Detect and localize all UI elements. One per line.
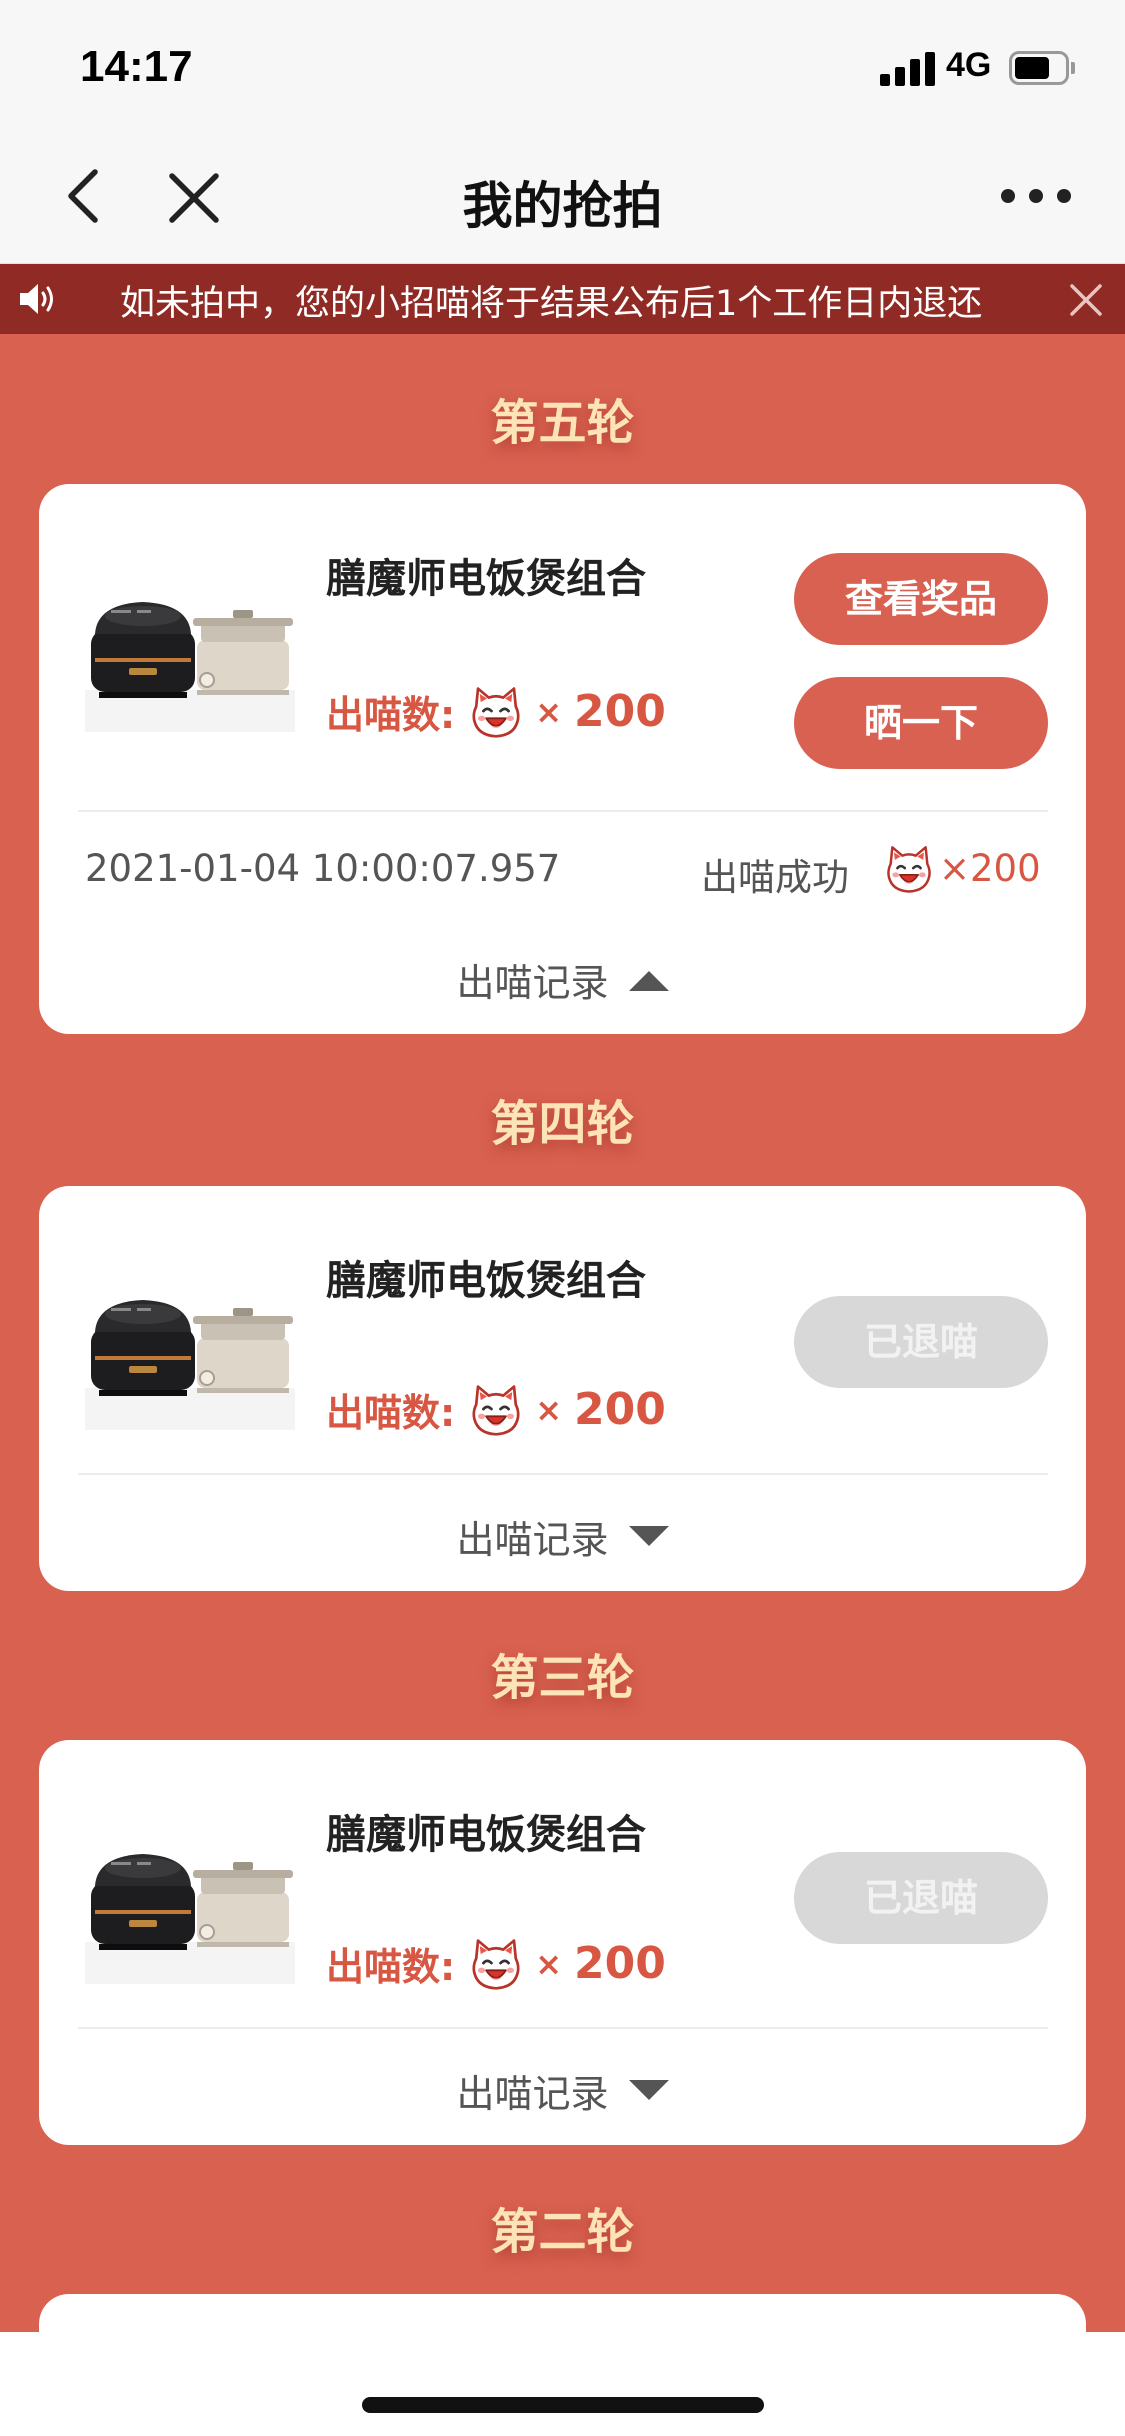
records-toggle-label: 出喵记录: [456, 2072, 609, 2116]
signal-icon: [880, 50, 936, 86]
notice-text: 如未拍中，您的小招喵将于结果公布后1个工作日内退还: [120, 284, 983, 324]
status-bar: 14:17 4G: [0, 0, 1125, 136]
round-card: 膳魔师电饭煲组合 出喵数: × 200 已退喵 出喵记录: [39, 1186, 1086, 1591]
caret-down-icon: [628, 1525, 669, 1546]
view-prize-button[interactable]: 查看奖品: [794, 553, 1048, 645]
round-card: 膳魔师电饭煲组合 出喵数: × 200 已退喵 出喵记录: [39, 1740, 1086, 2145]
round-title: 第五轮: [490, 395, 635, 451]
refunded-button[interactable]: 已退喵: [794, 1296, 1048, 1388]
refunded-button[interactable]: 已退喵: [794, 1852, 1048, 1944]
more-button[interactable]: [1000, 184, 1072, 208]
records-toggle-label: 出喵记录: [456, 1518, 609, 1562]
bid-count: 出喵数: × 200: [326, 684, 666, 740]
round-title: 第三轮: [490, 1650, 635, 1706]
cat-coin-icon: [469, 685, 523, 739]
records-toggle[interactable]: 出喵记录: [39, 1509, 1086, 1564]
cat-coin-icon: [469, 1383, 523, 1437]
bid-label: 出喵数:: [326, 1391, 456, 1435]
records-toggle[interactable]: 出喵记录: [39, 2063, 1086, 2118]
record-status: 出喵成功: [701, 856, 849, 899]
bid-label: 出喵数:: [326, 693, 456, 737]
round-title: 第四轮: [490, 1096, 635, 1152]
round-card: 膳魔师电饭煲组合 出喵数: × 200 查看奖品 晒一下 2021-01-04 10…: [39, 484, 1086, 1034]
records-toggle[interactable]: 出喵记录: [39, 952, 1086, 1007]
nav-bar: 我的抢拍: [0, 136, 1125, 264]
notice-close-icon[interactable]: [1068, 282, 1104, 318]
product-image[interactable]: [85, 1280, 295, 1430]
product-name: 膳魔师电饭煲组合: [326, 1258, 646, 1304]
notice-banner: 如未拍中，您的小招喵将于结果公布后1个工作日内退还: [0, 264, 1125, 334]
speaker-icon: [20, 284, 53, 314]
bid-count: 出喵数: × 200: [326, 1936, 666, 1992]
caret-up-icon: [628, 970, 669, 991]
cat-coin-icon: [884, 844, 934, 894]
bid-label: 出喵数:: [326, 1945, 456, 1989]
divider: [78, 2027, 1048, 2029]
cat-coin-icon: [469, 1937, 523, 1991]
divider: [78, 810, 1048, 812]
bid-count: 出喵数: × 200: [326, 1382, 666, 1438]
product-name: 膳魔师电饭煲组合: [326, 1812, 646, 1858]
bid-amount: 200: [574, 1384, 666, 1435]
records-toggle-label: 出喵记录: [456, 961, 609, 1005]
record-amount: ×200: [939, 847, 1041, 890]
bid-amount: 200: [574, 1938, 666, 1989]
product-image[interactable]: [85, 1834, 295, 1984]
record-time: 2021-01-04 10:00:07.957: [85, 847, 561, 890]
product-name: 膳魔师电饭煲组合: [326, 556, 646, 602]
battery-level-fill: [1015, 57, 1049, 79]
bid-times-sign: ×: [535, 692, 563, 731]
battery-icon: [1009, 51, 1075, 85]
home-indicator[interactable]: [362, 2397, 764, 2413]
round-title: 第二轮: [490, 2204, 635, 2260]
page-title: 我的抢拍: [462, 177, 663, 235]
status-time: 14:17: [80, 42, 193, 91]
bid-times-sign: ×: [535, 1390, 563, 1429]
divider: [78, 1473, 1048, 1475]
share-button[interactable]: 晒一下: [794, 677, 1048, 769]
network-label: 4G: [946, 46, 992, 84]
more-dots-icon: [1001, 189, 1071, 203]
product-image[interactable]: [85, 582, 295, 732]
bid-times-sign: ×: [535, 1944, 563, 1983]
bid-amount: 200: [574, 686, 666, 737]
bottom-safe-area: [0, 2332, 1125, 2436]
caret-down-icon: [628, 2079, 669, 2100]
